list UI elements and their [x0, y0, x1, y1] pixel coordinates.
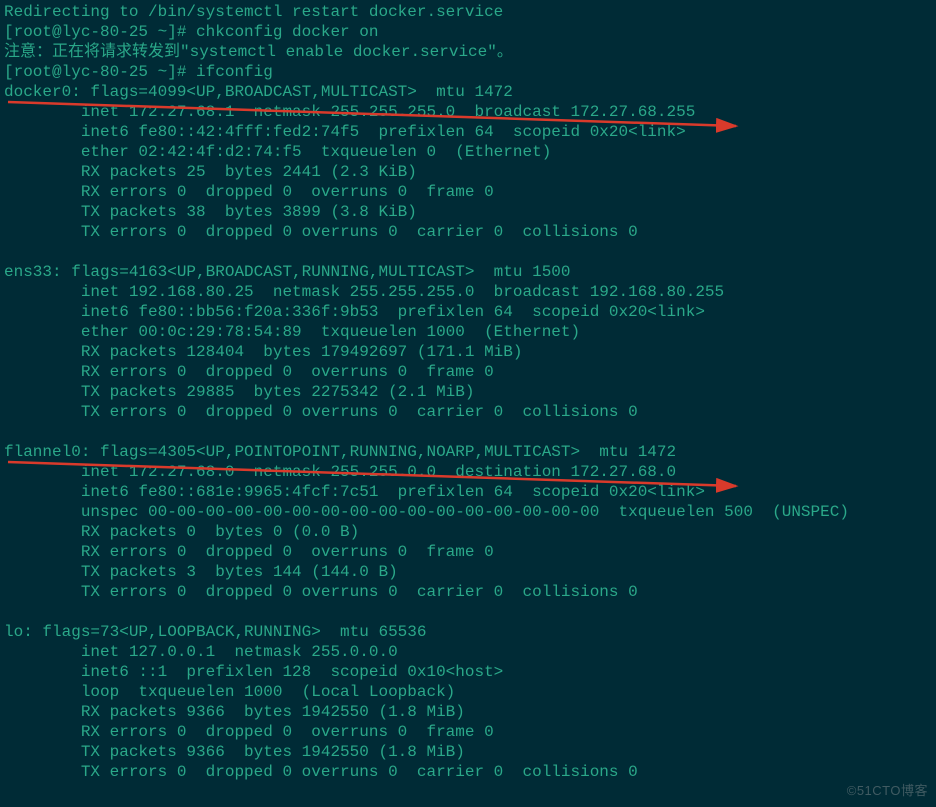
terminal-line: RX errors 0 dropped 0 overruns 0 frame 0 — [4, 182, 932, 202]
terminal-line: [root@lyc-80-25 ~]# chkconfig docker on — [4, 22, 932, 42]
terminal-line: TX packets 3 bytes 144 (144.0 B) — [4, 562, 932, 582]
terminal-line: inet6 fe80::bb56:f20a:336f:9b53 prefixle… — [4, 302, 932, 322]
terminal-output: Redirecting to /bin/systemctl restart do… — [0, 0, 936, 804]
terminal-line: RX packets 9366 bytes 1942550 (1.8 MiB) — [4, 702, 932, 722]
terminal-line: ens33: flags=4163<UP,BROADCAST,RUNNING,M… — [4, 262, 932, 282]
terminal-line: RX packets 0 bytes 0 (0.0 B) — [4, 522, 932, 542]
terminal-line: lo: flags=73<UP,LOOPBACK,RUNNING> mtu 65… — [4, 622, 932, 642]
terminal-line: TX errors 0 dropped 0 overruns 0 carrier… — [4, 762, 932, 782]
terminal-line: inet 172.27.68.0 netmask 255.255.0.0 des… — [4, 462, 932, 482]
terminal-line — [4, 602, 932, 622]
terminal-line: RX packets 128404 bytes 179492697 (171.1… — [4, 342, 932, 362]
terminal-line: TX packets 29885 bytes 2275342 (2.1 MiB) — [4, 382, 932, 402]
terminal-line: Redirecting to /bin/systemctl restart do… — [4, 2, 932, 22]
terminal-line — [4, 782, 932, 802]
terminal-line: RX errors 0 dropped 0 overruns 0 frame 0 — [4, 542, 932, 562]
terminal-line: docker0: flags=4099<UP,BROADCAST,MULTICA… — [4, 82, 932, 102]
terminal-line: TX packets 9366 bytes 1942550 (1.8 MiB) — [4, 742, 932, 762]
terminal-line: inet6 fe80::42:4fff:fed2:74f5 prefixlen … — [4, 122, 932, 142]
terminal-line: inet 127.0.0.1 netmask 255.0.0.0 — [4, 642, 932, 662]
terminal-line: [root@lyc-80-25 ~]# ifconfig — [4, 62, 932, 82]
terminal-line: ether 00:0c:29:78:54:89 txqueuelen 1000 … — [4, 322, 932, 342]
terminal-line: ether 02:42:4f:d2:74:f5 txqueuelen 0 (Et… — [4, 142, 932, 162]
terminal-line — [4, 422, 932, 442]
terminal-line: unspec 00-00-00-00-00-00-00-00-00-00-00-… — [4, 502, 932, 522]
terminal-line: RX packets 25 bytes 2441 (2.3 KiB) — [4, 162, 932, 182]
terminal-line: RX errors 0 dropped 0 overruns 0 frame 0 — [4, 362, 932, 382]
terminal-line: inet 172.27.68.1 netmask 255.255.255.0 b… — [4, 102, 932, 122]
terminal-line: RX errors 0 dropped 0 overruns 0 frame 0 — [4, 722, 932, 742]
terminal-line: TX errors 0 dropped 0 overruns 0 carrier… — [4, 402, 932, 422]
terminal-line: TX errors 0 dropped 0 overruns 0 carrier… — [4, 222, 932, 242]
terminal-line: inet6 fe80::681e:9965:4fcf:7c51 prefixle… — [4, 482, 932, 502]
terminal-line: inet6 ::1 prefixlen 128 scopeid 0x10<hos… — [4, 662, 932, 682]
terminal-line: inet 192.168.80.25 netmask 255.255.255.0… — [4, 282, 932, 302]
watermark-text: ©51CTO博客 — [847, 781, 928, 801]
terminal-line: 注意：正在将请求转发到"systemctl enable docker.serv… — [4, 42, 932, 62]
terminal-line: TX packets 38 bytes 3899 (3.8 KiB) — [4, 202, 932, 222]
terminal-line: flannel0: flags=4305<UP,POINTOPOINT,RUNN… — [4, 442, 932, 462]
terminal-line: loop txqueuelen 1000 (Local Loopback) — [4, 682, 932, 702]
terminal-line — [4, 242, 932, 262]
terminal-line: TX errors 0 dropped 0 overruns 0 carrier… — [4, 582, 932, 602]
